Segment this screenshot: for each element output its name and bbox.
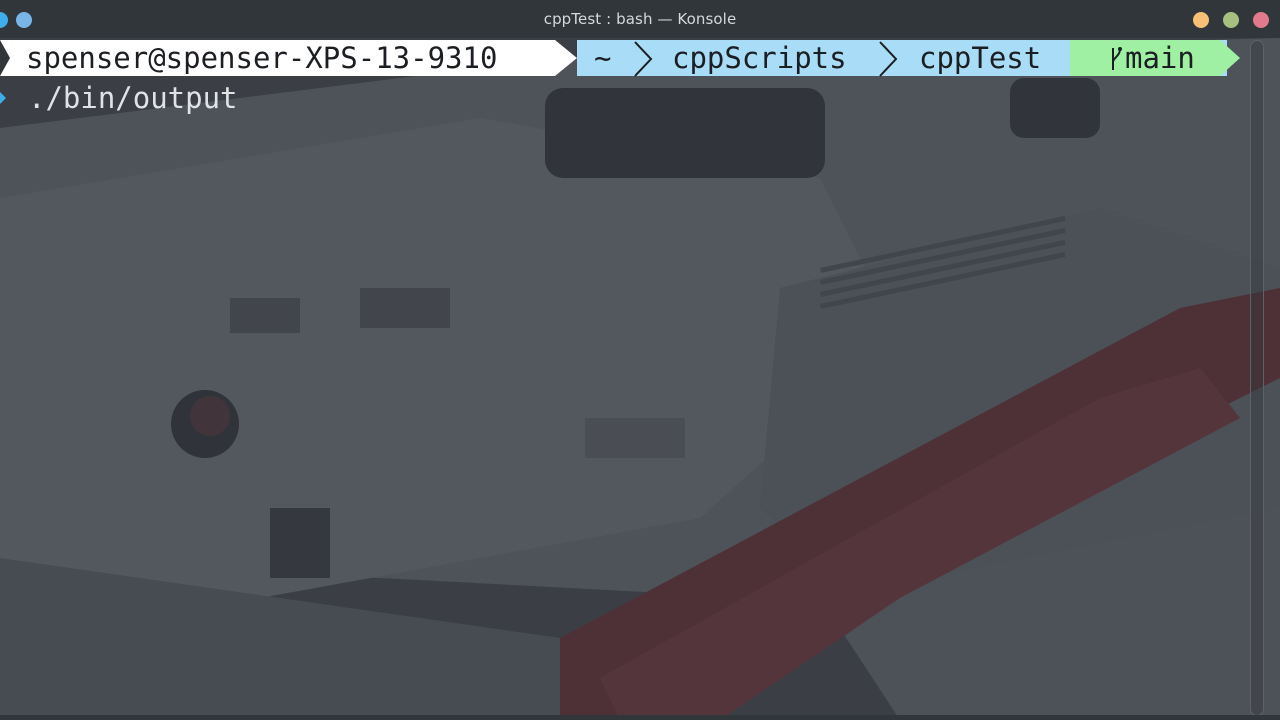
prompt-separator-icon [555,40,577,76]
scrollbar[interactable] [1250,40,1264,716]
close-button[interactable] [1253,12,1269,28]
terminal-area[interactable]: spenser@spenser-XPS-13-9310 ~ cppScripts… [0,38,1280,720]
prompt-start-notch [0,40,10,76]
git-branch-icon [1112,47,1122,70]
window-bottom-border [0,715,1280,720]
minimize-button[interactable] [1193,12,1209,28]
prompt-line: spenser@spenser-XPS-13-9310 ~ cppScripts… [0,38,1245,78]
maximize-button[interactable] [1223,12,1239,28]
window-title: cppTest : bash — Konsole [543,10,737,28]
prompt-branch-segment: main [1070,40,1220,76]
path-home: ~ [594,41,612,75]
prompt-user-host: spenser@spenser-XPS-13-9310 [26,41,498,75]
prompt-user-host-segment: spenser@spenser-XPS-13-9310 [0,40,555,76]
command-text[interactable]: ./bin/output [28,80,238,116]
path-cppscripts: cppScripts [672,41,847,75]
title-bar[interactable]: cppTest : bash — Konsole [0,0,1280,38]
git-branch-name: main [1125,41,1195,75]
prompt-end-separator-icon [1220,40,1240,76]
prompt-marker-icon [0,92,6,104]
path-chevron-icon [879,41,898,77]
path-cpptest: cppTest [919,41,1042,75]
konsole-window: cppTest : bash — Konsole spenser@spenser… [0,0,1280,720]
background-dim-overlay [0,38,1280,720]
path-chevron-icon [634,41,653,77]
